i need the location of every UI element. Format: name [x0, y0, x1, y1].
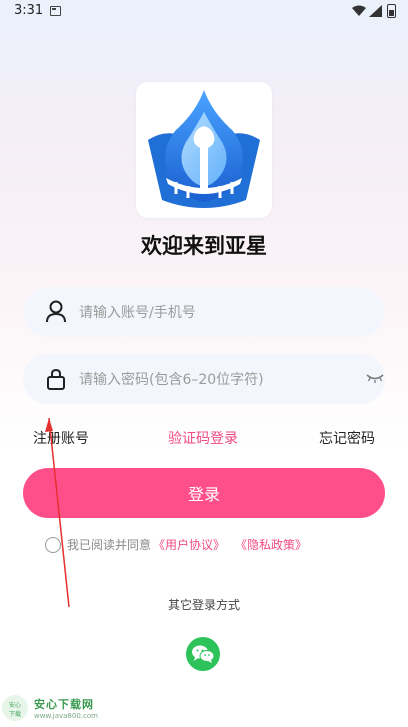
agreement-row: 我已阅读并同意 《用户协议》 《隐私政策》 [45, 536, 307, 553]
welcome-title: 欢迎来到亚星 [141, 234, 267, 258]
watermark-url: www.java800.com [34, 712, 98, 720]
watermark-name: 安心下载网 [34, 698, 94, 711]
privacy-policy-link[interactable]: 《隐私政策》 [235, 536, 307, 553]
sms-login-link[interactable]: 验证码登录 [168, 428, 238, 448]
account-field[interactable] [23, 287, 385, 339]
agreement-checkbox[interactable] [45, 536, 61, 553]
status-time: 3:31 [14, 3, 44, 18]
watermark-badge-top: 安心 [8, 702, 21, 709]
lock-icon [47, 368, 65, 390]
watermark-logo: 安心 下载 [2, 695, 28, 721]
other-login-label: 其它登录方式 [167, 598, 240, 612]
battery-icon [387, 4, 396, 18]
app-logo [136, 82, 272, 218]
password-field[interactable] [23, 354, 385, 406]
forgot-password-link[interactable]: 忘记密码 [319, 428, 375, 448]
signal-icon [369, 5, 382, 17]
wechat-login-button[interactable] [186, 637, 220, 671]
wechat-icon [192, 645, 215, 663]
wifi-icon [352, 5, 366, 16]
register-link[interactable]: 注册账号 [33, 428, 89, 448]
notification-icon [50, 6, 61, 16]
app-logo-graphic [148, 90, 260, 208]
agreement-text: 我已阅读并同意 [67, 538, 152, 552]
password-input[interactable] [77, 354, 341, 406]
watermark-badge-bottom: 下载 [8, 711, 21, 718]
user-icon [46, 300, 66, 323]
user-agreement-link[interactable]: 《用户协议》 [153, 536, 225, 553]
watermark: 安心 下载 安心下载网 www.java800.com [2, 693, 98, 723]
login-button[interactable]: 登录 [23, 468, 385, 518]
eye-closed-icon[interactable] [366, 372, 384, 384]
account-input[interactable] [77, 287, 341, 339]
status-bar: 3:31 [0, 0, 408, 24]
